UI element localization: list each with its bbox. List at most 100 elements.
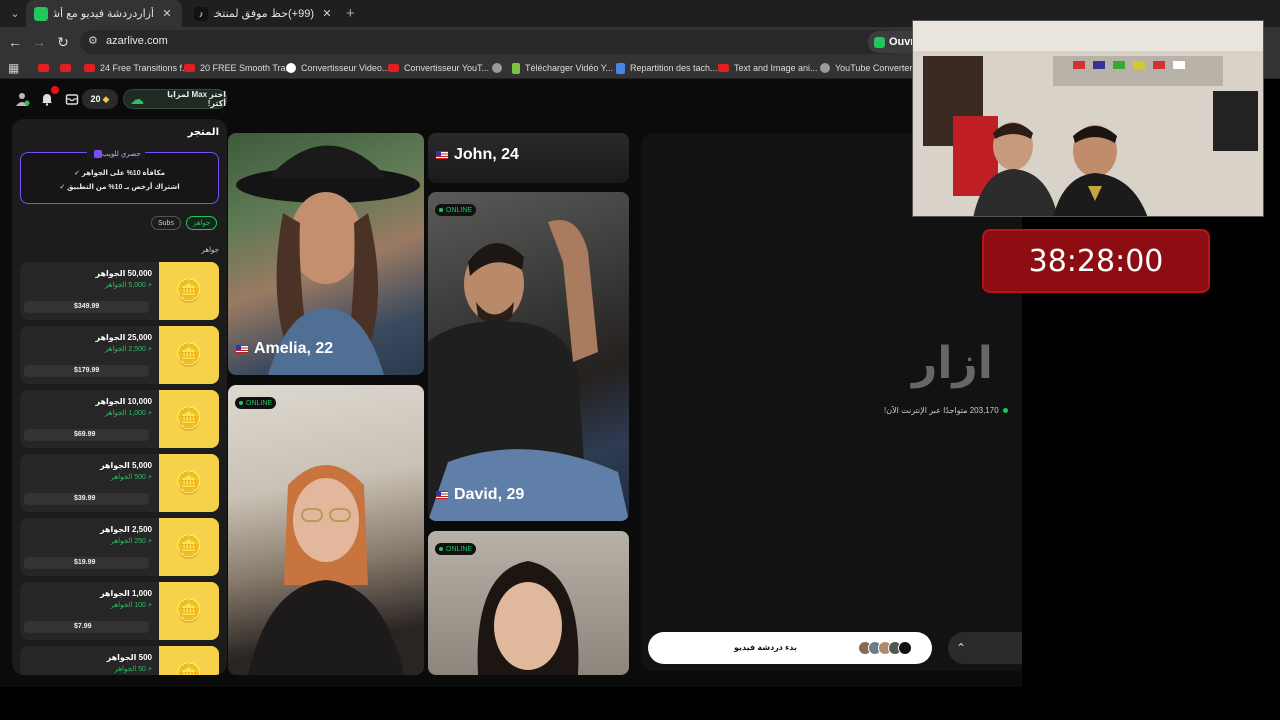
max-upgrade-button[interactable]: ☁ اختر Max لمزايا أكثر! bbox=[123, 89, 227, 109]
max-cloud-icon: ☁ bbox=[130, 90, 144, 107]
notification-badge bbox=[51, 86, 59, 94]
start-video-chat-button[interactable]: بدء دردشة فيديو bbox=[648, 632, 932, 664]
gem-pack[interactable]: 🪙 5,000 الجواهر + 500 الجواهر $39.99 bbox=[20, 454, 219, 512]
notification-bell-icon[interactable] bbox=[37, 86, 59, 109]
bookmark[interactable]: 20 FREE Smooth Tra... bbox=[184, 60, 293, 76]
tab-search-icon[interactable]: ⌄ bbox=[6, 5, 24, 23]
gem-pile-icon: 🪙 bbox=[159, 454, 219, 512]
portrait-photo bbox=[428, 220, 629, 521]
webcam-feed bbox=[913, 21, 1263, 216]
tab-gems[interactable]: جواهر bbox=[185, 216, 218, 230]
online-dot-icon bbox=[1002, 408, 1008, 413]
us-flag-icon bbox=[436, 151, 448, 159]
bookmark[interactable]: 24 Free Transitions f... bbox=[84, 60, 190, 76]
web-exclusive-promo[interactable]: حصري للويب مكافأة 10% على الجواهر ✓ اشتر… bbox=[20, 148, 219, 204]
online-dot-icon bbox=[439, 547, 443, 551]
azar-logo: ازار bbox=[912, 338, 993, 389]
promo-tag: حصري للويب bbox=[87, 148, 145, 159]
chevron-up-icon: ⌃ bbox=[956, 641, 967, 655]
tab-title: (99+)حظ موفق لمنتخب تونس أ.. bbox=[214, 8, 314, 20]
profile-card-woman-glasses[interactable]: ONLINE bbox=[228, 385, 424, 675]
close-icon[interactable]: ✕ bbox=[160, 7, 174, 20]
youtube-icon bbox=[60, 64, 71, 72]
tab-azar[interactable]: أزاردردشة فيديو مع أشخاص جدد ✕ bbox=[26, 0, 182, 27]
youtube-icon bbox=[38, 64, 49, 72]
online-dot-icon bbox=[239, 401, 243, 405]
address-bar[interactable]: ⚙ azarlive.com bbox=[80, 30, 900, 54]
store-tabs: Subs جواهر bbox=[146, 216, 218, 230]
globe-icon bbox=[492, 63, 502, 73]
bookmark[interactable]: Text and Image ani... bbox=[718, 60, 818, 76]
price-button[interactable]: $19.99 bbox=[24, 557, 149, 569]
reload-icon[interactable]: ↻ bbox=[54, 33, 72, 51]
gem-pile-icon: 🪙 bbox=[159, 390, 219, 448]
bookmark[interactable] bbox=[38, 60, 54, 76]
inbox-icon[interactable] bbox=[62, 89, 82, 109]
site-info-icon[interactable]: ⚙ bbox=[88, 34, 98, 47]
gem-pack[interactable]: 🪙 2,500 الجواهر + 250 الجواهر $19.99 bbox=[20, 518, 219, 576]
bookmark[interactable]: YouTube Converter... bbox=[820, 60, 919, 76]
timer-text: 38:28:00 bbox=[1028, 244, 1164, 279]
card-name: Amelia, 22 bbox=[236, 340, 333, 358]
youtube-icon bbox=[84, 64, 95, 72]
gem-pack[interactable]: 🪙 50,000 الجواهر + 5,000 الجواهر $349.99 bbox=[20, 262, 219, 320]
tab-tiktok[interactable]: ♪ (99+)حظ موفق لمنتخب تونس أ.. ✕ bbox=[186, 0, 342, 27]
expand-up-button[interactable]: ⌃ bbox=[948, 632, 1022, 664]
max-label: اختر Max لمزايا أكثر! bbox=[167, 90, 226, 108]
bookmark[interactable] bbox=[60, 60, 76, 76]
promo-line: مكافأة 10% على الجواهر ✓ bbox=[74, 170, 165, 177]
new-tab-icon[interactable]: + bbox=[346, 5, 355, 22]
profile-card-david[interactable]: ONLINE David, 29 bbox=[428, 192, 629, 521]
online-badge: ONLINE bbox=[435, 204, 477, 216]
card-name: David, 29 bbox=[436, 486, 524, 504]
profile-icon[interactable] bbox=[12, 89, 32, 109]
gem-icon: ◆ bbox=[102, 93, 110, 104]
tab-subs[interactable]: Subs bbox=[151, 216, 181, 230]
price-button[interactable]: $349.99 bbox=[24, 301, 149, 313]
gem-pack[interactable]: 🪙 1,000 الجواهر + 100 الجواهر $7.99 bbox=[20, 582, 219, 640]
online-badge: ONLINE bbox=[235, 397, 277, 409]
gem-pile-icon: 🪙 bbox=[159, 518, 219, 576]
close-icon[interactable]: ✕ bbox=[320, 7, 334, 20]
bookmark[interactable]: Repartition des tach... bbox=[616, 60, 718, 76]
promo-line: اشتراك أرخص بـ 10% من التطبيق ✓ bbox=[59, 184, 180, 191]
url-text: azarlive.com bbox=[106, 35, 168, 47]
gem-icon: 🪙 bbox=[159, 582, 219, 640]
portrait-photo bbox=[248, 465, 404, 675]
profile-card-amelia[interactable]: Amelia, 22 bbox=[228, 133, 424, 375]
online-count: 203,170 متواجدًا عبر الإنترنت الآن! bbox=[884, 406, 1008, 415]
bookmark[interactable]: Convertisseur Video... bbox=[286, 60, 389, 76]
section-label: جواهر bbox=[201, 247, 219, 254]
portrait-photo bbox=[236, 145, 420, 375]
gem-pack[interactable]: 🪙 500 الجواهر + 50 الجواهر bbox=[20, 646, 219, 675]
docs-icon bbox=[616, 62, 625, 74]
gem-pack[interactable]: 🪙 25,000 الجواهر + 2,500 الجواهر $179.99 bbox=[20, 326, 219, 384]
tab-title: أزاردردشة فيديو مع أشخاص جدد bbox=[54, 8, 154, 20]
price-button[interactable]: $69.99 bbox=[24, 429, 149, 441]
bookmark[interactable] bbox=[492, 60, 507, 76]
app-top-icons bbox=[12, 86, 87, 109]
gem-pack[interactable]: 🪙 10,000 الجواهر + 1,000 الجواهر $69.99 bbox=[20, 390, 219, 448]
treasure-chest-icon: 🪙 bbox=[159, 326, 219, 384]
camera-icon bbox=[898, 641, 912, 655]
store-title: المتجر bbox=[187, 127, 219, 138]
download-icon bbox=[512, 62, 520, 74]
online-badge: ONLINE bbox=[435, 543, 477, 555]
avatar-stack bbox=[858, 641, 912, 655]
price-button[interactable]: $179.99 bbox=[24, 365, 149, 377]
youtube-icon bbox=[718, 64, 729, 72]
web-badge-icon bbox=[94, 149, 102, 158]
bookmark[interactable]: Télécharger Vidéo Y... bbox=[512, 60, 613, 76]
screen-bottom bbox=[0, 687, 1280, 720]
bookmark[interactable]: Convertisseur YouT... bbox=[388, 60, 489, 76]
webcam-overlay bbox=[912, 20, 1264, 217]
youtube-icon bbox=[184, 64, 195, 72]
forward-icon[interactable]: → bbox=[30, 33, 48, 51]
back-icon[interactable]: ← bbox=[6, 33, 24, 51]
profile-card-asian-woman[interactable]: ONLINE bbox=[428, 531, 629, 675]
apps-grid-icon[interactable]: ▦ bbox=[8, 61, 19, 75]
profile-card-john[interactable]: John, 24 bbox=[428, 133, 629, 183]
price-button[interactable]: $39.99 bbox=[24, 493, 149, 505]
price-button[interactable]: $7.99 bbox=[24, 621, 149, 633]
gems-balance[interactable]: 20 ◆ bbox=[82, 89, 118, 109]
